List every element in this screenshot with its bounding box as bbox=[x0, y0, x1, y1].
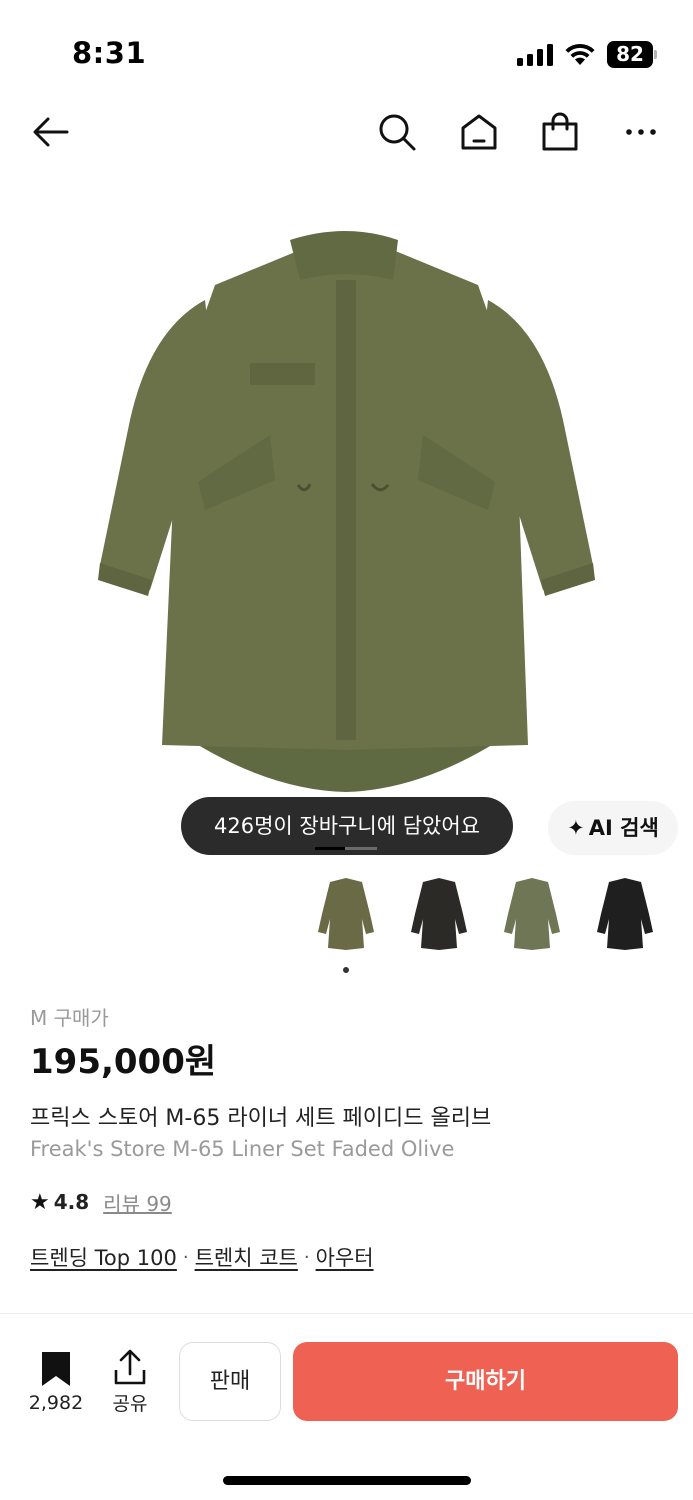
tag-separator: · bbox=[182, 1246, 189, 1268]
category-tags: 트렌딩 Top 100 · 트렌치 코트 · 아우터 bbox=[30, 1242, 374, 1272]
share-button[interactable]: 공유 bbox=[104, 1348, 156, 1420]
thumbnail-4[interactable] bbox=[589, 874, 661, 956]
share-icon bbox=[114, 1349, 146, 1385]
product-title-ko: 프릭스 스토어 M-65 라이너 세트 페이디드 올리브 bbox=[30, 1106, 492, 1131]
ai-search-label: AI 검색 bbox=[588, 816, 659, 840]
sell-button[interactable]: 판매 bbox=[179, 1342, 281, 1421]
sparkle-icon: ✦ bbox=[567, 816, 585, 840]
reviews-link[interactable]: 리뷰 99 bbox=[103, 1188, 172, 1217]
tag-separator: · bbox=[303, 1246, 310, 1268]
price: 195,000원 bbox=[30, 1042, 217, 1082]
bookmark-button[interactable]: 2,982 bbox=[22, 1350, 90, 1420]
wifi-icon bbox=[564, 40, 596, 66]
buy-button[interactable]: 구매하기 bbox=[293, 1342, 678, 1421]
ai-search-button[interactable]: ✦ AI 검색 bbox=[548, 801, 678, 855]
bookmark-count: 2,982 bbox=[28, 1392, 84, 1414]
shopping-bag-icon[interactable] bbox=[536, 108, 584, 156]
thumbnail-3[interactable] bbox=[496, 874, 568, 956]
rating-score: 4.8 bbox=[53, 1190, 90, 1214]
thumbnail-1[interactable] bbox=[310, 874, 382, 956]
divider bbox=[0, 1313, 693, 1314]
tag-trench-coat[interactable]: 트렌치 코트 bbox=[195, 1242, 298, 1272]
more-icon[interactable] bbox=[617, 108, 665, 156]
status-bar: 8:31 82 bbox=[0, 0, 693, 100]
back-arrow-icon[interactable] bbox=[27, 108, 75, 156]
tag-trending[interactable]: 트렌딩 Top 100 bbox=[30, 1242, 177, 1272]
thumbnail-2[interactable] bbox=[403, 874, 475, 956]
selected-thumbnail-dot bbox=[343, 967, 349, 973]
battery-level: 82 bbox=[616, 42, 644, 66]
tag-outer[interactable]: 아우터 bbox=[316, 1242, 374, 1272]
share-label: 공유 bbox=[112, 1393, 148, 1415]
bookmark-icon bbox=[42, 1352, 70, 1386]
home-icon[interactable] bbox=[455, 108, 503, 156]
home-indicator bbox=[223, 1476, 471, 1485]
search-icon[interactable] bbox=[373, 108, 421, 156]
product-title-en: Freak's Store M-65 Liner Set Faded Olive bbox=[30, 1137, 455, 1161]
rating: ★ 4.8 리뷰 99 bbox=[30, 1187, 172, 1217]
image-page-indicator-active bbox=[315, 847, 345, 850]
product-image[interactable] bbox=[0, 180, 693, 860]
star-icon: ★ bbox=[30, 1189, 50, 1215]
battery-icon: 82 bbox=[607, 41, 657, 68]
signal-icon bbox=[517, 44, 553, 66]
status-time: 8:31 bbox=[72, 36, 147, 70]
size-price-label: M 구매가 bbox=[30, 1006, 109, 1030]
